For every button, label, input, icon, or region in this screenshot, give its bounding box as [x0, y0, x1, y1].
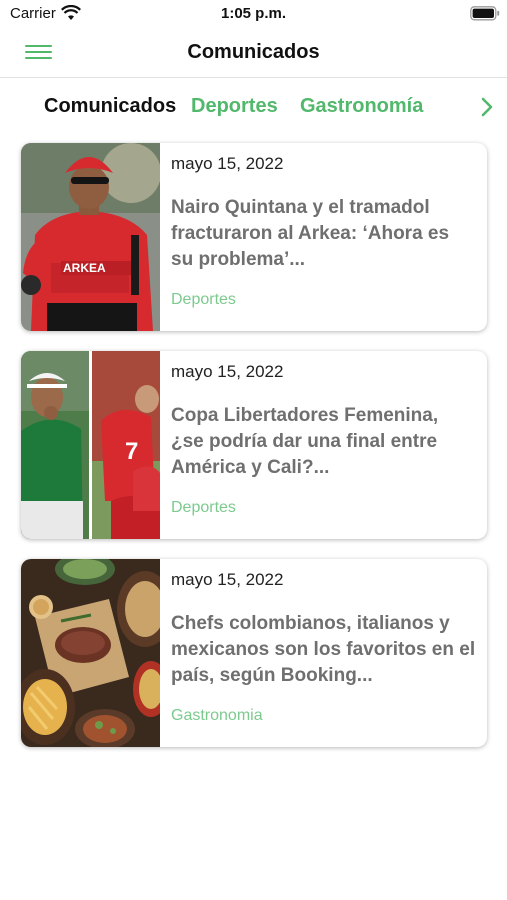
- article-title[interactable]: Nairo Quintana y el tramadol fracturaron…: [171, 195, 476, 273]
- clock: 1:05 p.m.: [220, 5, 287, 22]
- article-thumbnail-food: [21, 559, 160, 747]
- article-date: mayo 15, 2022: [171, 154, 284, 173]
- tab-comunicados[interactable]: Comunicados: [44, 95, 176, 118]
- status-bar: Carrier 1:05 p.m.: [0, 0, 507, 28]
- jersey-text: ARKEA: [63, 261, 106, 275]
- article-thumbnail-soccer: 7: [21, 351, 160, 539]
- category-tabs: Comunicados Deportes Gastronomía: [0, 78, 507, 136]
- jersey-number: 7: [125, 438, 138, 465]
- battery-icon: [470, 6, 500, 21]
- navigation-bar: Comunicados: [0, 28, 507, 78]
- article-title[interactable]: Copa Libertadores Femenina, ¿se podría d…: [171, 403, 476, 481]
- tab-deportes[interactable]: Deportes: [191, 95, 278, 118]
- article-card[interactable]: ARKEA mayo 15, 2022 Nairo Quintana y el …: [21, 143, 487, 331]
- article-thumbnail-cyclist: ARKEA: [21, 143, 160, 331]
- chevron-right-icon[interactable]: [478, 96, 496, 118]
- article-date: mayo 15, 2022: [171, 362, 284, 381]
- article-date: mayo 15, 2022: [171, 570, 284, 589]
- article-category: Deportes: [171, 499, 236, 516]
- tab-gastronomia[interactable]: Gastronomía: [300, 95, 423, 118]
- article-category: Deportes: [171, 291, 236, 308]
- article-category: Gastronomia: [171, 707, 263, 724]
- article-card[interactable]: 7 mayo 15, 2022 Copa Libertadores Femeni…: [21, 351, 487, 539]
- article-title[interactable]: Chefs colombianos, italianos y mexicanos…: [171, 611, 476, 689]
- page-title: Comunicados: [187, 41, 320, 63]
- article-card[interactable]: mayo 15, 2022 Chefs colombianos, italian…: [21, 559, 487, 747]
